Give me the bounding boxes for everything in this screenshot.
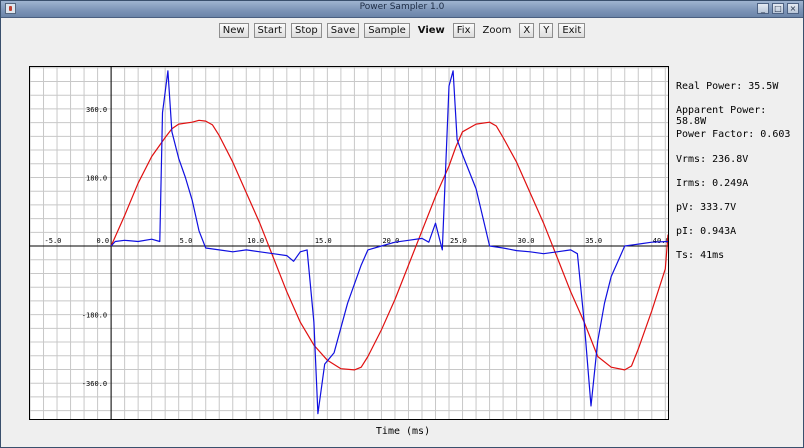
y-tick-label: 360.0 (86, 106, 107, 114)
x-tick-label: 35.0 (585, 237, 602, 245)
x-tick-label: 30.0 (518, 237, 535, 245)
maximize-icon[interactable]: □ (772, 3, 784, 14)
new-button[interactable]: New (218, 22, 249, 38)
origin-label: 0.0 (96, 237, 109, 245)
y-tick-label: -180.0 (82, 312, 107, 320)
x-tick-label: 10.0 (247, 237, 264, 245)
toolbar: New Start Stop Save Sample View Fix Zoom… (1, 17, 803, 43)
title-bar[interactable]: Power Sampler 1.0 _ □ × (1, 1, 803, 18)
readout-panel: Real Power: 35.5W Apparent Power: 58.8W … (676, 81, 801, 275)
window-title: Power Sampler 1.0 (359, 2, 445, 12)
start-button[interactable]: Start (253, 22, 286, 38)
sample-button[interactable]: Sample (364, 22, 410, 38)
zoom-label: Zoom (482, 24, 512, 36)
x-tick-label: 15.0 (315, 237, 332, 245)
peak-voltage-readout: pV: 333.7V (676, 201, 737, 213)
sample-time-readout: Ts: 41ms (676, 250, 725, 262)
waveform-chart[interactable]: -5.0 5.0 10.0 15.0 20.0 25.0 30.0 35.0 40.00.036… (30, 67, 668, 419)
x-tick-label: 5.0 (180, 237, 193, 245)
irms-readout: Irms: 0.249A (676, 177, 749, 189)
apparent-power-readout: Apparent Power: 58.8W (676, 105, 767, 128)
y-tick-label: 180.0 (86, 174, 107, 182)
fix-button[interactable]: Fix (452, 22, 475, 38)
x-tick-label: 25.0 (450, 237, 467, 245)
x-axis-title: Time (ms) (375, 426, 431, 437)
power-factor-readout: Power Factor: 0.603 (676, 129, 791, 141)
view-label: View (417, 24, 445, 36)
stop-button[interactable]: Stop (290, 22, 322, 38)
close-icon[interactable]: × (787, 3, 799, 14)
exit-button[interactable]: Exit (558, 22, 586, 38)
waveform-plot[interactable]: -5.0 5.0 10.0 15.0 20.0 25.0 30.0 35.0 40.0 0.0 36… (29, 66, 669, 420)
peak-current-readout: pI: 0.943A (676, 226, 737, 238)
zoom-x-button[interactable]: X (519, 22, 535, 38)
save-button[interactable]: Save (326, 22, 360, 38)
y-tick-label: -360.0 (82, 380, 107, 388)
vrms-readout: Vrms: 236.8V (676, 153, 749, 165)
x-tick-label: -5.0 (45, 237, 62, 245)
zoom-y-button[interactable]: Y (539, 22, 554, 38)
app-window: Power Sampler 1.0 _ □ × New Start Stop S… (0, 0, 804, 448)
real-power-readout: Real Power: 35.5W (676, 81, 779, 92)
minimize-icon[interactable]: _ (757, 3, 769, 14)
